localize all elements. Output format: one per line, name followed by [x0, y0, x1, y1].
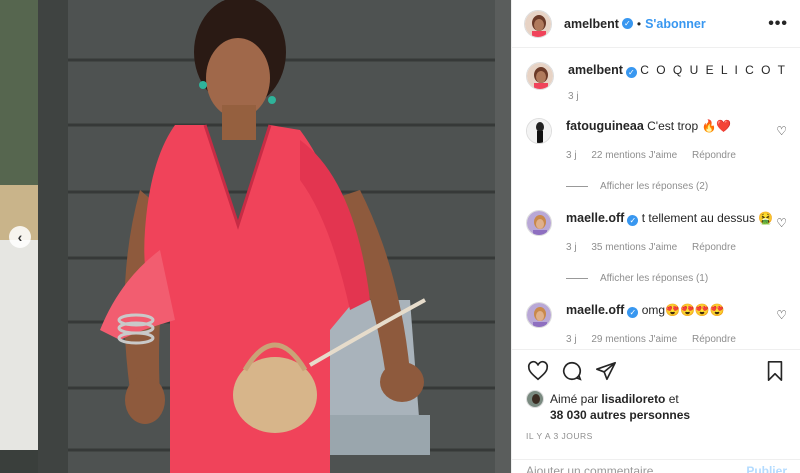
likes-count[interactable]: 38 030 autres personnes: [550, 408, 690, 422]
comment-time[interactable]: 3 j: [566, 242, 577, 253]
caption-meta: 3 j: [568, 88, 787, 105]
comment-composer: Ajouter un commentaire... Publier: [512, 459, 800, 473]
like-heart-icon[interactable]: [526, 359, 550, 383]
comment-meta: 3 j 22 mentions J'aime Répondre: [566, 147, 787, 164]
comment-meta: 3 j 29 mentions J'aime Répondre: [566, 331, 787, 348]
reply-button[interactable]: Répondre: [692, 242, 736, 253]
reply-button[interactable]: Répondre: [692, 334, 736, 345]
comment-time[interactable]: 3 j: [566, 150, 577, 161]
liked-by-conj: et: [668, 392, 679, 406]
comment-likes[interactable]: 22 mentions J'aime: [591, 150, 677, 161]
caption-text: C O Q U E L I C O T: [640, 63, 787, 77]
liked-by-prefix: Aimé par: [550, 392, 599, 406]
save-bookmark-icon[interactable]: [763, 359, 787, 383]
comment-body: maelle.off ✓ t tellement au dessus 🤮 3 j …: [566, 210, 787, 256]
comment-text: t tellement au dessus 🤮: [641, 211, 774, 225]
caption-time[interactable]: 3 j: [568, 91, 579, 102]
author-avatar[interactable]: [524, 9, 552, 38]
previous-photo-button[interactable]: ‹: [9, 226, 31, 248]
liked-by-user[interactable]: lisadiloreto: [601, 392, 665, 406]
like-comment-heart-icon[interactable]: ♡: [776, 124, 787, 138]
view-replies[interactable]: Afficher les réponses (1): [566, 273, 787, 284]
comment-body: fatouguineaa C'est trop 🔥❤️ 3 j 22 menti…: [566, 118, 787, 164]
commenter-avatar[interactable]: [526, 302, 552, 328]
caption-username[interactable]: amelbent: [568, 63, 623, 77]
comment-row: maelle.off ✓ omg😍😍😍😍 3 j 29 mentions J'ai…: [526, 302, 787, 348]
comment-row: fatouguineaa C'est trop 🔥❤️ 3 j 22 menti…: [526, 118, 787, 164]
post-side-panel: amelbent ✓ • S'abonner ••• amelbent ✓ C O…: [511, 0, 800, 473]
comment-likes[interactable]: 35 mentions J'aime: [591, 242, 677, 253]
liker-avatar[interactable]: [526, 390, 544, 408]
share-paper-plane-icon[interactable]: [594, 359, 618, 383]
like-comment-heart-icon[interactable]: ♡: [776, 216, 787, 230]
replies-line: [566, 278, 588, 279]
verified-badge-icon: ✓: [625, 67, 637, 78]
caption-row: amelbent ✓ C O Q U E L I C O T 3 j: [526, 62, 787, 105]
author-username[interactable]: amelbent: [564, 17, 619, 31]
more-options-icon[interactable]: •••: [768, 15, 788, 33]
instagram-post-modal: ‹ amelbent ✓ • S'abonner ••• amelbent ✓ C…: [0, 0, 800, 473]
replies-line: [566, 186, 588, 187]
verified-badge-icon: ✓: [621, 18, 633, 29]
comment-bubble-icon[interactable]: [560, 359, 584, 383]
comment-likes[interactable]: 29 mentions J'aime: [591, 334, 677, 345]
comment-text: C'est trop 🔥❤️: [647, 119, 732, 133]
comments-list[interactable]: amelbent ✓ C O Q U E L I C O T 3 j fatoug…: [512, 48, 800, 349]
comment-time[interactable]: 3 j: [566, 334, 577, 345]
post-date[interactable]: IL Y A 3 JOURS: [526, 431, 787, 441]
commenter-avatar[interactable]: [526, 210, 552, 236]
view-replies[interactable]: Afficher les réponses (2): [566, 181, 787, 192]
comment-body: maelle.off ✓ omg😍😍😍😍 3 j 29 mentions J'ai…: [566, 302, 787, 348]
publish-button[interactable]: Publier: [746, 464, 787, 473]
post-header: amelbent ✓ • S'abonner •••: [512, 0, 800, 48]
post-photo[interactable]: ‹: [0, 0, 511, 473]
comment-input[interactable]: Ajouter un commentaire...: [526, 464, 663, 473]
caption-body: amelbent ✓ C O Q U E L I C O T 3 j: [568, 62, 787, 105]
verified-badge-icon: ✓: [627, 215, 639, 226]
follow-button[interactable]: S'abonner: [645, 17, 706, 31]
verified-badge-icon: ✓: [627, 307, 639, 318]
view-replies-label[interactable]: Afficher les réponses (1): [600, 273, 708, 284]
author-avatar[interactable]: [526, 62, 554, 90]
post-actions: Aimé par lisadiloreto et 38 030 autres p…: [512, 349, 800, 473]
comment-row: maelle.off ✓ t tellement au dessus 🤮 3 j …: [526, 210, 787, 256]
like-comment-heart-icon[interactable]: ♡: [776, 308, 787, 322]
commenter-avatar[interactable]: [526, 118, 552, 144]
likes-summary: Aimé par lisadiloreto et 38 030 autres p…: [526, 390, 787, 423]
comment-username[interactable]: maelle.off: [566, 303, 624, 317]
photo-illustration: [0, 0, 511, 473]
comment-username[interactable]: maelle.off: [566, 211, 624, 225]
action-icons: [526, 358, 787, 384]
reply-button[interactable]: Répondre: [692, 150, 736, 161]
comment-meta: 3 j 35 mentions J'aime Répondre: [566, 239, 787, 256]
comment-text: omg😍😍😍😍: [641, 303, 725, 317]
view-replies-label[interactable]: Afficher les réponses (2): [600, 181, 708, 192]
separator-dot: •: [636, 16, 642, 31]
likes-text: Aimé par lisadiloreto et 38 030 autres p…: [550, 391, 690, 423]
comment-username[interactable]: fatouguineaa: [566, 119, 644, 133]
